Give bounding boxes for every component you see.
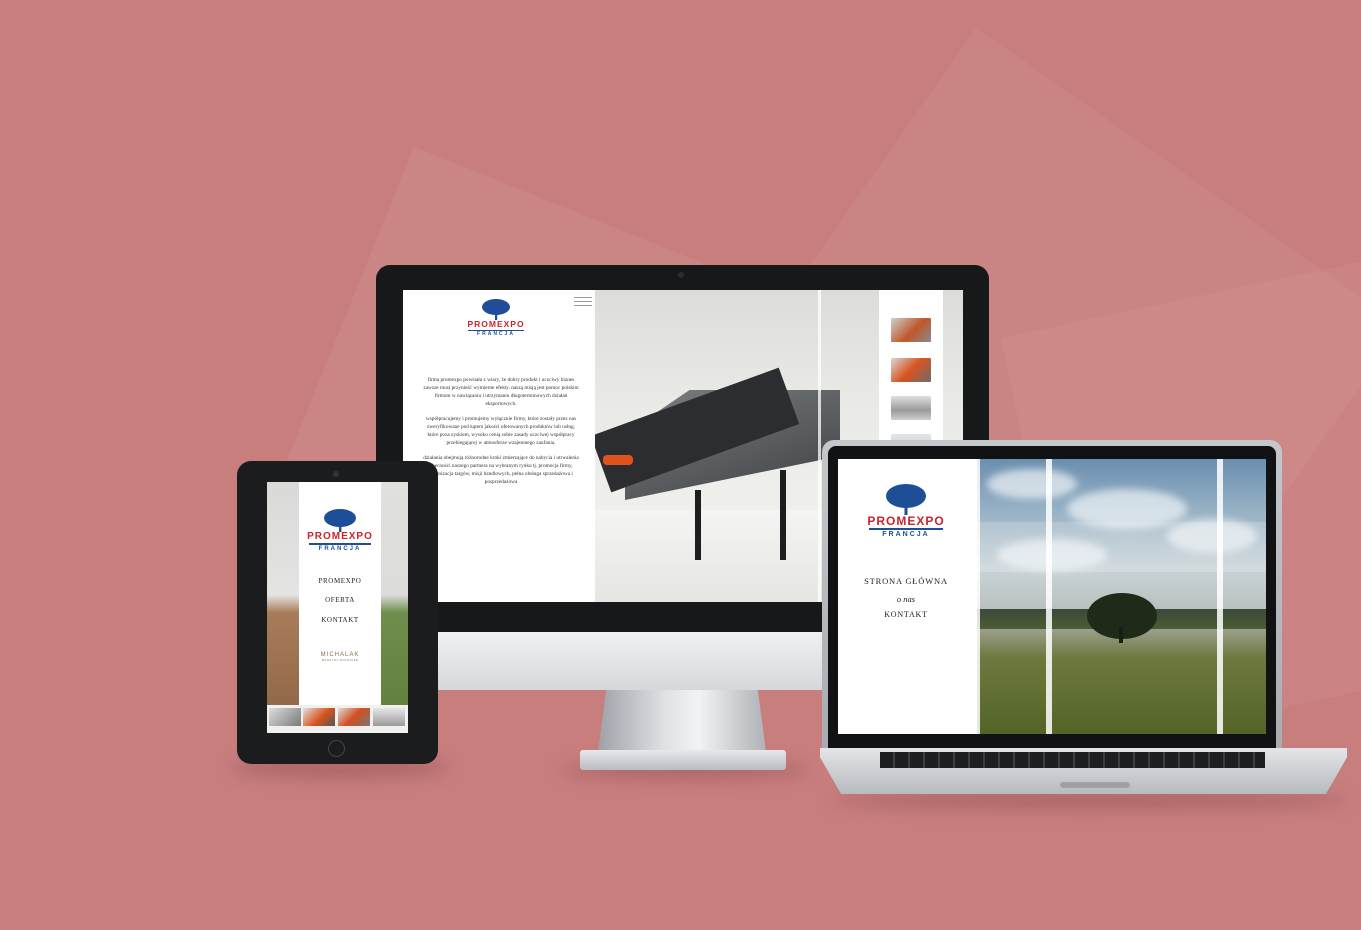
divider-line: [1217, 459, 1223, 734]
keyboard: [880, 752, 1265, 768]
tree-logo-icon: [886, 484, 926, 515]
thumbnail[interactable]: [891, 318, 931, 342]
brand-sub: FRANCJA: [318, 545, 362, 552]
partner-tagline: MASZYNY ROLNICZE: [321, 658, 359, 662]
laptop-sidebar: PROMEXPO FRANCJA STRONA GŁÓWNA o nas KON…: [838, 459, 974, 734]
machine-leg: [780, 470, 786, 560]
logo-bar: [869, 528, 943, 530]
home-button[interactable]: [328, 740, 345, 757]
partner-logo[interactable]: MICHALAK MASZYNY ROLNICZE: [313, 652, 367, 662]
trackpad-notch: [1060, 782, 1130, 788]
thumbnail[interactable]: [891, 396, 931, 420]
imac-stand-base: [580, 750, 786, 770]
about-paragraph: firma promexpo powstała z wiary, że dobr…: [423, 377, 579, 407]
hamburger-menu-icon[interactable]: [574, 297, 592, 309]
camera-icon: [333, 471, 339, 477]
divider-line: [974, 459, 980, 734]
nav-link-strona-glowna[interactable]: STRONA GŁÓWNA: [838, 576, 974, 586]
thumbnail[interactable]: [891, 358, 931, 382]
tree-trunk: [1119, 627, 1123, 643]
thumbnail[interactable]: [373, 708, 405, 726]
about-text: firma promexpo powstała z wiary, że dobr…: [421, 376, 581, 493]
cloud: [987, 469, 1077, 499]
nav-link-oferta[interactable]: OFERTA: [299, 596, 381, 604]
field-photo: [381, 482, 408, 733]
tree-logo-icon: [324, 509, 356, 532]
machine-part: [603, 455, 633, 465]
site-logo[interactable]: PROMEXPO FRANCJA: [307, 508, 373, 552]
brand-name: PROMEXPO: [867, 514, 945, 528]
brand-sub: FRANCJA: [882, 531, 930, 538]
divider-line: [1046, 459, 1052, 734]
nav-link-kontakt[interactable]: KONTAKT: [838, 610, 974, 619]
tablet-website: PROMEXPO FRANCJA PROMEXPO OFERTA KONTAKT…: [267, 482, 408, 733]
imac-stand: [598, 688, 766, 752]
field-photo: [267, 482, 299, 733]
brand-name: PROMEXPO: [307, 531, 373, 542]
about-paragraph: działania obejmują różnorodne kroki zmie…: [423, 455, 579, 485]
logo-bar: [309, 543, 371, 545]
thumbnail[interactable]: [303, 708, 335, 726]
thumbnail-strip: [267, 705, 408, 733]
laptop-website: PROMEXPO FRANCJA STRONA GŁÓWNA o nas KON…: [838, 459, 1266, 734]
nav-link-o-nas[interactable]: o nas: [838, 594, 974, 604]
thumbnail[interactable]: [269, 708, 301, 726]
site-logo[interactable]: PROMEXPO FRANCJA: [866, 483, 946, 538]
tablet-menu-panel: PROMEXPO FRANCJA PROMEXPO OFERTA KONTAKT…: [299, 482, 381, 733]
thumbnail[interactable]: [338, 708, 370, 726]
nav-link-kontakt[interactable]: KONTAKT: [299, 616, 381, 624]
brand-name: PROMEXPO: [467, 319, 525, 329]
camera-icon: [678, 272, 684, 278]
nav-link-promexpo[interactable]: PROMEXPO: [299, 577, 381, 585]
site-logo[interactable]: PROMEXPO FRANCJA: [465, 298, 527, 337]
machine-leg: [695, 490, 701, 560]
about-paragraph: współpracujemy i promujemy wyłącznie fir…: [425, 416, 577, 446]
divider-line: [818, 290, 821, 602]
tree-logo-icon: [482, 299, 510, 320]
brand-sub: FRANCJA: [477, 330, 515, 337]
